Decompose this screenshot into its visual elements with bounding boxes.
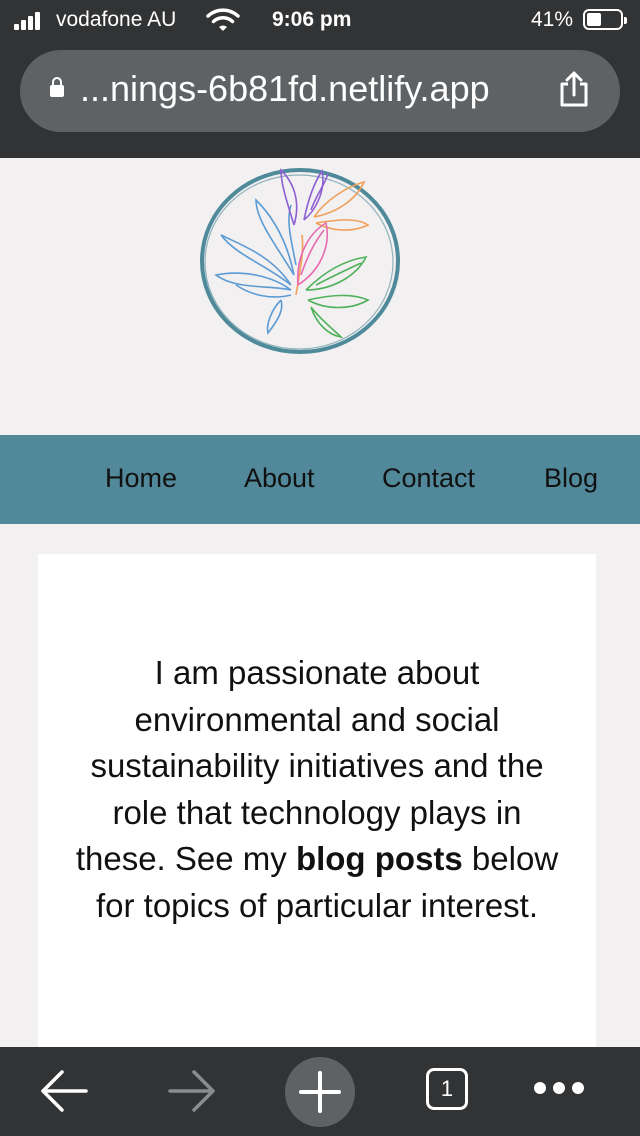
- nav-about-link[interactable]: About: [244, 463, 315, 494]
- address-bar[interactable]: ...nings-6b81fd.netlify.app: [20, 50, 620, 132]
- share-icon[interactable]: [558, 70, 590, 113]
- signal-icon: [14, 12, 48, 30]
- new-tab-button[interactable]: [285, 1057, 355, 1127]
- intro-card: I am passionate about environmental and …: [38, 554, 596, 1054]
- more-dots-icon[interactable]: [534, 1081, 591, 1099]
- nav-blog-link[interactable]: Blog: [544, 463, 598, 494]
- battery-icon: [583, 9, 627, 30]
- tab-switcher-button[interactable]: 1: [426, 1068, 468, 1110]
- battery-percent: 41%: [531, 8, 574, 31]
- nav-home-link[interactable]: Home: [105, 463, 177, 494]
- main-nav: Home About Contact Blog: [0, 435, 640, 524]
- lock-icon: [50, 77, 64, 97]
- clock: 9:06 pm: [272, 8, 352, 31]
- plus-icon: [299, 1071, 341, 1113]
- forward-arrow-icon[interactable]: [166, 1067, 218, 1120]
- wifi-icon: [206, 8, 240, 38]
- browser-url-area: ...nings-6b81fd.netlify.app: [0, 40, 640, 158]
- site-logo: [196, 165, 406, 360]
- intro-text: I am passionate about environmental and …: [68, 650, 566, 929]
- back-arrow-icon[interactable]: [38, 1067, 90, 1120]
- blog-posts-emphasis: blog posts: [295, 840, 463, 877]
- nav-contact-link[interactable]: Contact: [382, 463, 475, 494]
- url-text[interactable]: ...nings-6b81fd.netlify.app: [80, 68, 490, 110]
- status-bar: vodafone AU 9:06 pm 41%: [0, 0, 640, 40]
- carrier-name: vodafone AU: [56, 8, 177, 31]
- browser-toolbar: 1: [0, 1047, 640, 1136]
